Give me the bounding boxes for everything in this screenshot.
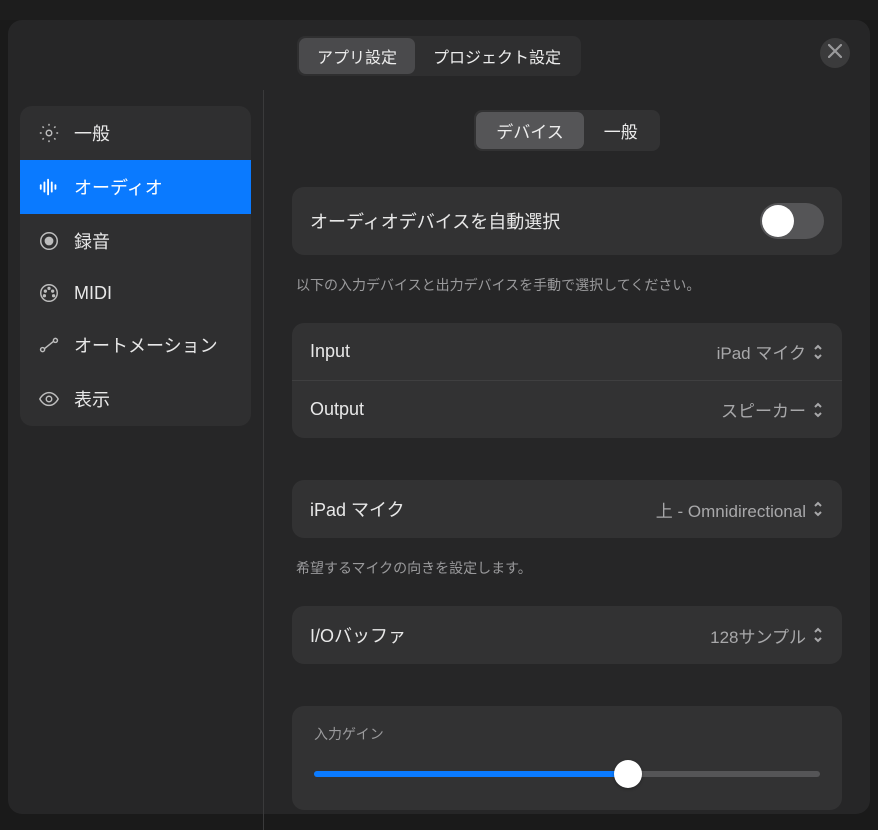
auto-select-card: オーディオデバイスを自動選択 — [292, 187, 842, 255]
midi-icon — [38, 282, 60, 304]
sidebar-item-display[interactable]: 表示 — [20, 372, 251, 426]
tab-project-settings[interactable]: プロジェクト設定 — [415, 38, 579, 74]
subtab-general[interactable]: 一般 — [584, 112, 658, 149]
sidebar-item-audio[interactable]: オーディオ — [20, 160, 251, 214]
auto-select-toggle[interactable] — [760, 203, 824, 239]
slider-knob[interactable] — [614, 760, 642, 788]
updown-icon — [812, 401, 824, 419]
eye-icon — [38, 388, 60, 410]
mic-value: 上 - Omnidirectional — [656, 497, 806, 522]
sidebar-item-general[interactable]: 一般 — [20, 106, 251, 160]
waveform-icon — [38, 176, 60, 198]
tab-app-settings[interactable]: アプリ設定 — [299, 38, 415, 74]
input-label: Input — [310, 341, 350, 362]
auto-select-caption: 以下の入力デバイスと出力デバイスを手動で選択してください。 — [292, 267, 842, 323]
io-buffer-value: 128サンプル — [710, 623, 806, 648]
sidebar-item-midi[interactable]: MIDI — [20, 268, 251, 318]
mic-label: iPad マイク — [310, 496, 405, 522]
updown-icon — [812, 343, 824, 361]
io-buffer-label: I/Oバッファ — [310, 622, 406, 648]
sidebar-item-label: 表示 — [74, 386, 110, 412]
gear-icon — [38, 122, 60, 144]
updown-icon — [812, 500, 824, 518]
close-icon — [828, 44, 842, 63]
sidebar-item-label: オートメーション — [74, 332, 218, 358]
input-value: iPad マイク — [717, 339, 806, 364]
top-tab-bar: アプリ設定 プロジェクト設定 — [8, 20, 870, 90]
settings-main: デバイス 一般 オーディオデバイスを自動選択 以下の入力デバイスと出力デバイスを… — [264, 90, 870, 830]
automation-icon — [38, 334, 60, 356]
record-icon — [38, 230, 60, 252]
sub-tab-bar: デバイス 一般 — [292, 110, 842, 151]
sidebar-item-label: 一般 — [74, 120, 110, 146]
settings-sidebar: 一般 オーディオ 録音 — [8, 90, 264, 830]
sidebar-item-label: 録音 — [74, 228, 110, 254]
output-row[interactable]: Output スピーカー — [292, 381, 842, 438]
output-value: スピーカー — [721, 397, 806, 422]
subtab-device[interactable]: デバイス — [476, 112, 584, 149]
mic-orientation-card: iPad マイク 上 - Omnidirectional — [292, 480, 842, 538]
sidebar-item-record[interactable]: 録音 — [20, 214, 251, 268]
close-button[interactable] — [820, 38, 850, 68]
input-gain-card: 入力ゲイン — [292, 706, 842, 810]
io-device-card: Input iPad マイク Output スピーカー — [292, 323, 842, 438]
sidebar-item-automation[interactable]: オートメーション — [20, 318, 251, 372]
io-buffer-card: I/Oバッファ 128サンプル — [292, 606, 842, 664]
io-buffer-row[interactable]: I/Oバッファ 128サンプル — [292, 606, 842, 664]
auto-select-label: オーディオデバイスを自動選択 — [310, 208, 560, 234]
input-gain-slider[interactable] — [314, 760, 820, 788]
input-gain-label: 入力ゲイン — [314, 724, 820, 744]
sidebar-item-label: オーディオ — [74, 174, 163, 200]
output-label: Output — [310, 399, 364, 420]
input-row[interactable]: Input iPad マイク — [292, 323, 842, 381]
updown-icon — [812, 626, 824, 644]
sidebar-item-label: MIDI — [74, 283, 112, 304]
mic-orientation-row[interactable]: iPad マイク 上 - Omnidirectional — [292, 480, 842, 538]
settings-modal: アプリ設定 プロジェクト設定 一般 — [8, 20, 870, 814]
mic-caption: 希望するマイクの向きを設定します。 — [292, 550, 842, 606]
